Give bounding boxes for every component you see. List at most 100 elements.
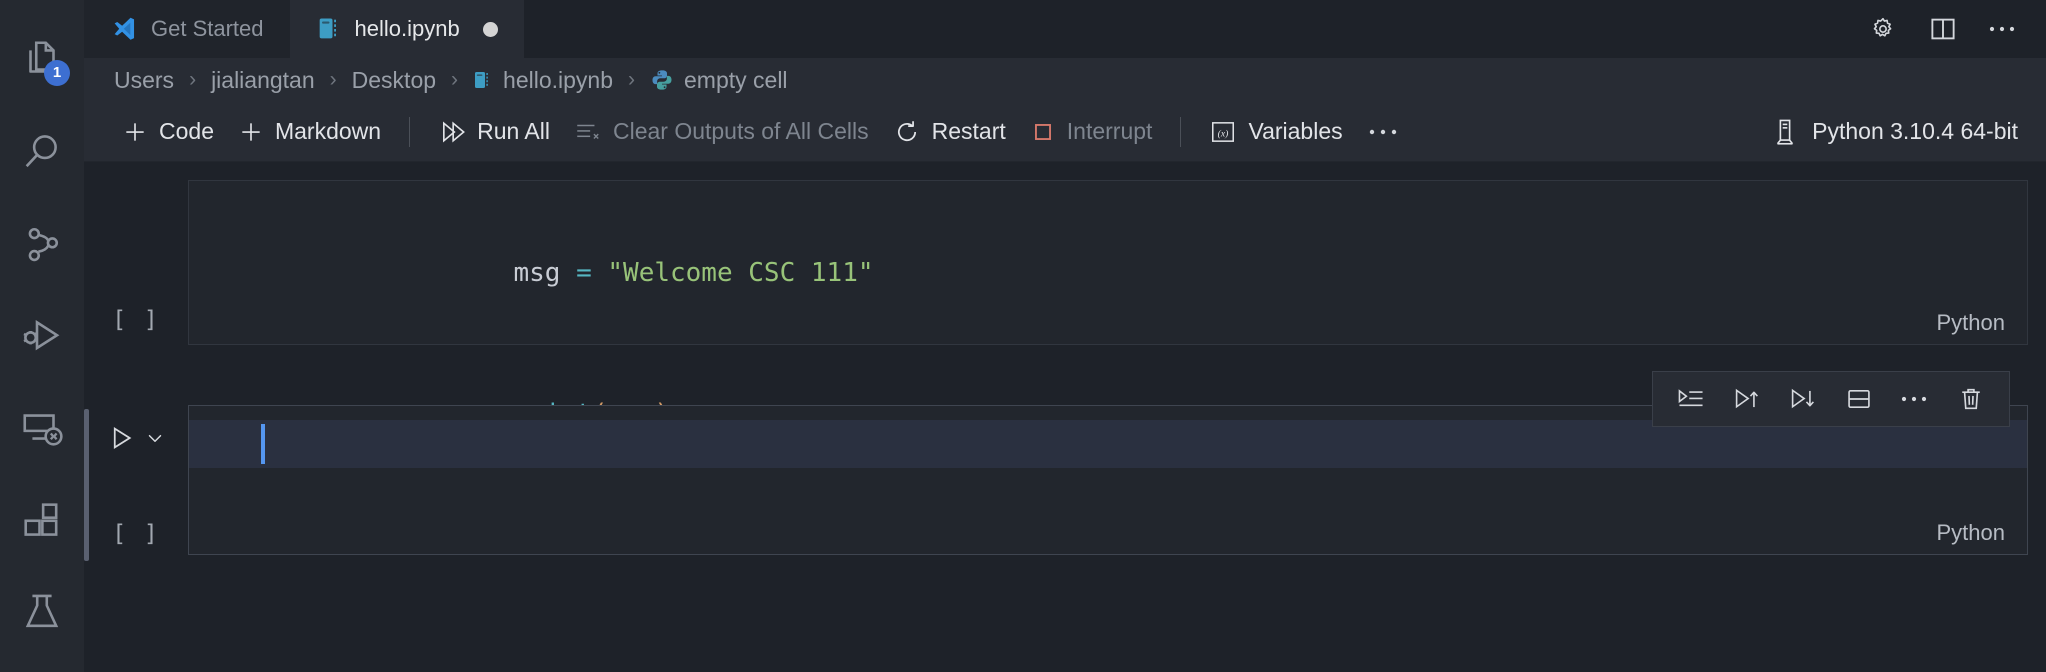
kernel-server-icon [1776, 119, 1794, 145]
button-label: Run All [477, 118, 550, 144]
run-debug-icon [23, 320, 60, 351]
cell-language-label[interactable]: Python [1937, 310, 2006, 336]
code-line-1: msg = "Welcome CSC 111" [189, 203, 2027, 344]
breadcrumb-label: Users [114, 66, 175, 93]
activity-item-explorer[interactable]: 1 [0, 14, 84, 106]
tab-dirty-indicator[interactable] [482, 21, 498, 37]
split-editor-icon[interactable] [1928, 14, 1958, 44]
notebook-cell-1[interactable]: [ ] msg = "Welcome CSC 111" print(msg) P… [84, 180, 2046, 429]
ellipsis-icon[interactable] [1988, 14, 2018, 44]
token-variable: msg [513, 258, 577, 288]
cell-toolbar [1652, 371, 2010, 427]
breadcrumb-label: jialiangtan [211, 66, 315, 93]
token-string: "Welcome CSC 111" [607, 258, 874, 288]
ellipsis-icon [1369, 129, 1396, 134]
execution-count: [ ] [112, 521, 160, 547]
gear-icon[interactable] [1868, 14, 1898, 44]
code-editor[interactable]: msg = "Welcome CSC 111" print(msg) Pytho… [188, 180, 2028, 429]
cell-gutter: [ ] [84, 405, 188, 565]
activity-item-run-and-debug[interactable] [0, 290, 84, 382]
tab-label: hello.ipynb [354, 16, 460, 41]
split-cell-icon[interactable] [1831, 372, 1887, 426]
notebook-icon [319, 18, 336, 39]
button-label: Code [159, 118, 214, 144]
breadcrumb-item-empty-cell[interactable]: empty cell [648, 67, 790, 94]
plus-icon [242, 122, 260, 141]
search-icon [25, 135, 57, 168]
variables-icon: (x) [1212, 121, 1235, 142]
activity-item-testing[interactable] [0, 566, 84, 658]
chevron-down-icon[interactable] [144, 427, 166, 449]
ellipsis-icon[interactable] [1887, 372, 1943, 426]
clear-outputs-button[interactable]: Clear Outputs of All Cells [562, 113, 881, 150]
button-label: Markdown [274, 118, 382, 144]
run-above-icon[interactable] [1719, 372, 1775, 426]
kernel-selector[interactable]: Python 3.10.4 64-bit [1771, 117, 2046, 147]
activity-item-extensions[interactable] [0, 474, 84, 566]
notebook-icon [475, 72, 488, 88]
restart-kernel-button[interactable]: Restart [881, 113, 1018, 151]
tab-hello-ipynb[interactable]: hello.ipynb [289, 0, 524, 58]
current-line-highlight [189, 420, 2027, 468]
svg-text:(x): (x) [1218, 128, 1229, 139]
button-label: Restart [931, 118, 1006, 144]
cell-focus-indicator [84, 409, 89, 561]
activity-item-source-control[interactable] [0, 198, 84, 290]
token-operator: = [576, 258, 608, 288]
tab-bar: Get Started hello.ipynb [84, 0, 2046, 58]
button-label: Variables [1248, 118, 1343, 144]
breadcrumb: Users › jialiangtan › Desktop › hello.ip… [84, 58, 2046, 102]
variables-button[interactable]: (x) Variables [1197, 113, 1354, 150]
execute-cell-list-icon[interactable] [1663, 372, 1719, 426]
button-label: Interrupt [1066, 118, 1153, 144]
breadcrumb-item-desktop[interactable]: Desktop [350, 67, 438, 94]
toolbar-divider [409, 116, 411, 147]
cell-content: Python [188, 371, 2028, 565]
restart-icon [897, 120, 916, 141]
notebook-more-actions-button[interactable] [1355, 122, 1413, 142]
interrupt-kernel-button[interactable]: Interrupt [1018, 113, 1165, 150]
cell-language-label[interactable]: Python [1937, 520, 2006, 546]
breadcrumb-item-hello-ipynb[interactable]: hello.ipynb [471, 67, 615, 94]
stop-square-icon [1034, 123, 1051, 140]
tab-label: Get Started [151, 16, 264, 41]
editor-area: Get Started hello.ipynb Users › jialiang… [84, 0, 2046, 672]
source-control-icon [28, 227, 59, 262]
cell-gutter: [ ] [84, 180, 188, 355]
notebook-toolbar: Code Markdown Run All Clear Outputs of A… [84, 102, 2046, 162]
vscode-logo-icon [114, 17, 135, 40]
activity-bar: 1 [0, 0, 84, 672]
execution-count: [ ] [112, 307, 160, 333]
code-editor[interactable]: Python [188, 405, 2028, 555]
toolbar-divider [1180, 116, 1182, 147]
breadcrumb-label: Desktop [351, 66, 437, 93]
run-all-button[interactable]: Run All [426, 113, 562, 151]
add-markdown-cell-button[interactable]: Markdown [226, 113, 393, 150]
breadcrumb-separator: › [329, 68, 337, 91]
breadcrumb-separator: › [628, 68, 635, 91]
breadcrumb-item-users[interactable]: Users [112, 67, 176, 94]
beaker-icon [25, 594, 59, 628]
run-cell-button[interactable] [106, 423, 166, 453]
tab-bar-actions [1868, 0, 2046, 58]
activity-item-remote-explorer[interactable] [0, 382, 84, 474]
breadcrumb-item-jialiangtan[interactable]: jialiangtan [209, 67, 317, 94]
add-code-cell-button[interactable]: Code [110, 113, 226, 150]
tab-get-started[interactable]: Get Started [84, 0, 290, 58]
button-label: Clear Outputs of All Cells [612, 118, 869, 144]
cell-content: msg = "Welcome CSC 111" print(msg) Pytho… [188, 180, 2028, 429]
plus-icon [126, 122, 144, 141]
explorer-badge: 1 [44, 60, 70, 86]
kernel-label: Python 3.10.4 64-bit [1812, 118, 2018, 144]
activity-item-search[interactable] [0, 106, 84, 198]
remote-explorer-icon [23, 414, 63, 446]
text-cursor [261, 424, 265, 464]
notebook-body: [ ] msg = "Welcome CSC 111" print(msg) P… [84, 162, 2046, 672]
breadcrumb-label: hello.ipynb [503, 66, 613, 93]
breadcrumb-separator: › [189, 68, 197, 91]
run-below-icon[interactable] [1775, 372, 1831, 426]
clear-outputs-icon [577, 124, 599, 139]
breadcrumb-label: empty cell [684, 66, 788, 93]
notebook-cell-2[interactable]: [ ] Python [84, 371, 2046, 565]
trash-icon[interactable] [1943, 372, 1999, 426]
